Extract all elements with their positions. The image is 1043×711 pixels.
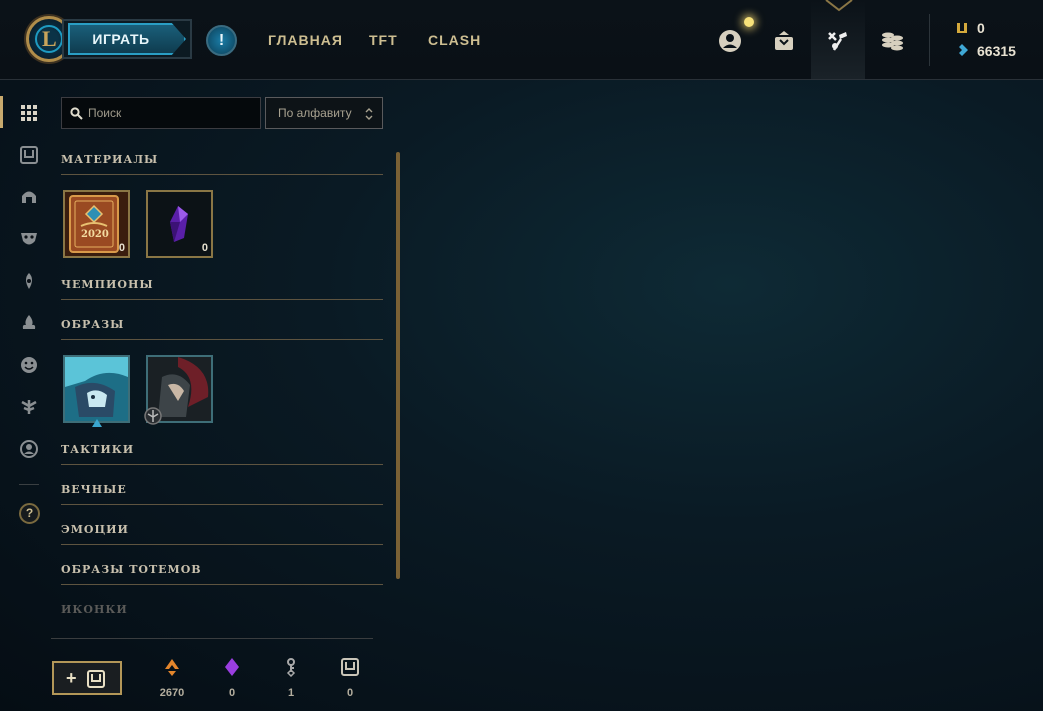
nav-tft[interactable]: TFT xyxy=(369,32,398,48)
skin-tier-marker-icon xyxy=(92,419,102,427)
collection-icon[interactable] xyxy=(770,27,798,55)
nav-clash[interactable]: CLASH xyxy=(428,32,481,48)
mythic-essence-icon xyxy=(225,658,239,676)
rp-amount[interactable]: 66315 xyxy=(977,43,1016,59)
blue-essence-icon xyxy=(957,23,967,33)
search-box[interactable] xyxy=(61,97,261,129)
notification-dot xyxy=(744,17,754,27)
header-divider xyxy=(929,14,930,66)
stat-orange-essence: 2670 xyxy=(147,657,197,699)
nav-home[interactable]: ГЛАВНАЯ xyxy=(268,32,343,48)
profile-icon[interactable] xyxy=(716,27,744,55)
top-bar: L ИГРАТЬ ! ГЛАВНАЯ TFT CLASH 0 66315 xyxy=(0,0,1043,80)
skin-art-frost xyxy=(65,357,128,421)
search-input[interactable] xyxy=(88,104,253,122)
material-tile-event-pass[interactable]: 2020 0 xyxy=(63,190,130,258)
tree-icon[interactable] xyxy=(19,397,39,417)
blue-essence-amount[interactable]: 0 xyxy=(977,20,985,36)
grid-icon[interactable] xyxy=(19,103,39,123)
section-materials[interactable]: МАТЕРИАЛЫ xyxy=(61,153,383,175)
section-champions[interactable]: ЧЕМПИОНЫ xyxy=(61,278,383,300)
chest-icon xyxy=(341,658,359,676)
section-tactics[interactable]: ТАКТИКИ xyxy=(61,443,383,465)
help-icon[interactable]: ? xyxy=(19,503,40,524)
ward-icon[interactable] xyxy=(19,271,39,291)
chroma-badge-icon xyxy=(144,407,162,425)
stat-value: 2670 xyxy=(159,687,185,699)
flame-icon[interactable] xyxy=(19,313,39,333)
profile-circle-icon[interactable] xyxy=(19,439,39,459)
stat-key-fragment: 1 xyxy=(266,657,316,699)
chest-icon xyxy=(87,670,105,688)
rp-icon xyxy=(959,44,968,56)
crafting-icon[interactable] xyxy=(824,27,852,55)
alert-icon[interactable]: ! xyxy=(206,25,237,56)
bottom-divider xyxy=(51,638,373,639)
add-chest-button[interactable]: + xyxy=(52,661,122,695)
key-fragment-icon xyxy=(286,658,296,678)
helmet-icon[interactable] xyxy=(19,187,39,207)
orange-essence-icon xyxy=(165,659,179,676)
chest-icon[interactable] xyxy=(19,145,39,165)
emote-icon[interactable] xyxy=(19,355,39,375)
skin-tile-1[interactable] xyxy=(63,355,130,423)
active-tab-chevron-icon xyxy=(825,0,853,12)
rail-active-indicator xyxy=(0,96,3,128)
mask-icon[interactable] xyxy=(19,229,39,249)
section-eternals[interactable]: ВЕЧНЫЕ xyxy=(61,483,383,505)
event-pass-year: 2020 xyxy=(81,229,109,240)
stat-value: 0 xyxy=(346,687,354,699)
material-count: 0 xyxy=(118,242,125,254)
sort-arrows-icon xyxy=(365,108,373,120)
scrollbar[interactable] xyxy=(396,152,400,579)
logo-letter: L xyxy=(42,26,57,51)
stat-chests: 0 xyxy=(325,657,375,699)
section-emotes[interactable]: ЭМОЦИИ xyxy=(61,523,383,545)
section-icons[interactable]: ИКОНКИ xyxy=(61,603,383,625)
play-button-label[interactable]: ИГРАТЬ xyxy=(68,23,186,55)
store-icon[interactable] xyxy=(878,27,906,55)
section-totem-skins[interactable]: ОБРАЗЫ ТОТЕМОВ xyxy=(61,563,383,585)
stat-value: 1 xyxy=(287,687,295,699)
stat-value: 0 xyxy=(228,687,236,699)
search-icon xyxy=(70,107,83,120)
material-count: 0 xyxy=(201,242,208,254)
sort-label: По алфавиту xyxy=(278,106,352,120)
add-plus-label: + xyxy=(66,668,77,688)
section-skins[interactable]: ОБРАЗЫ xyxy=(61,318,383,340)
material-tile-mythic-essence[interactable]: 0 xyxy=(146,190,213,258)
play-button[interactable]: ИГРАТЬ xyxy=(62,19,192,59)
rail-divider xyxy=(19,484,39,485)
stat-mythic-essence: 0 xyxy=(207,657,257,699)
sort-dropdown[interactable]: По алфавиту xyxy=(265,97,383,129)
